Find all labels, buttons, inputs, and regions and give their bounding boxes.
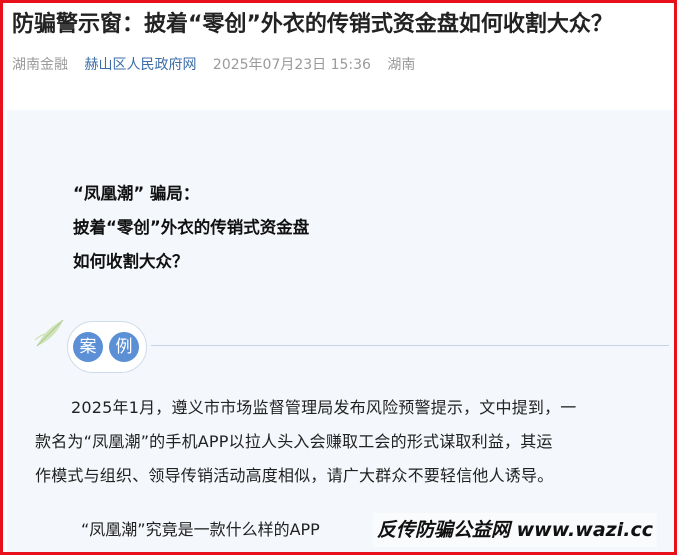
article-meta: 湖南金融 赫山区人民政府网 2025年07月23日 15:36 湖南 bbox=[12, 55, 427, 75]
article-frame: 防骗警示窗：披着“零创”外衣的传销式资金盘如何收割大众？ 湖南金融 赫山区人民政… bbox=[0, 0, 677, 555]
case-badge-char-2: 例 bbox=[109, 332, 139, 362]
lead-line-3: 如何收割大众？ bbox=[73, 252, 189, 271]
lead-line-1: “凤凰潮” 骗局： bbox=[73, 184, 200, 203]
body-paragraph: 2025年1月，遵义市市场监督管理局发布风险预警提示，文中提到，一 款名为“凤凰… bbox=[35, 391, 671, 493]
meta-account[interactable]: 湖南金融 bbox=[12, 57, 68, 73]
lead-heading: “凤凰潮” 骗局： 披着“零创”外衣的传销式资金盘 如何收割大众？ bbox=[73, 177, 309, 279]
watermark-text: 反传防骗公益网 www.wazi.cc bbox=[373, 513, 657, 547]
body-line-2: 款名为“凤凰潮”的手机APP以拉人头入会赚取工会的形式谋取利益，其运 bbox=[35, 432, 553, 451]
body-line-3: 作模式与组织、领导传销活动高度相似，请广大群众不要轻信他人诱导。 bbox=[35, 466, 554, 485]
body-line-1: 2025年1月，遵义市市场监督管理局发布风险预警提示，文中提到，一 bbox=[71, 398, 577, 417]
body-question-line: “凤凰潮”究竟是一款什么样的APP bbox=[81, 520, 320, 539]
section-divider bbox=[151, 345, 669, 346]
meta-region: 湖南 bbox=[387, 57, 416, 73]
leaf-icon bbox=[34, 319, 64, 347]
case-badge-char-1: 案 bbox=[73, 332, 103, 362]
case-section-header: 案 例 bbox=[33, 316, 673, 376]
article-title: 防骗警示窗：披着“零创”外衣的传销式资金盘如何收割大众？ bbox=[12, 12, 613, 37]
meta-datetime: 2025年07月23日 15:36 bbox=[212, 57, 371, 73]
case-badge-group: 案 例 bbox=[67, 321, 147, 373]
lead-line-2: 披着“零创”外衣的传销式资金盘 bbox=[73, 218, 310, 237]
meta-source-link[interactable]: 赫山区人民政府网 bbox=[84, 57, 196, 73]
